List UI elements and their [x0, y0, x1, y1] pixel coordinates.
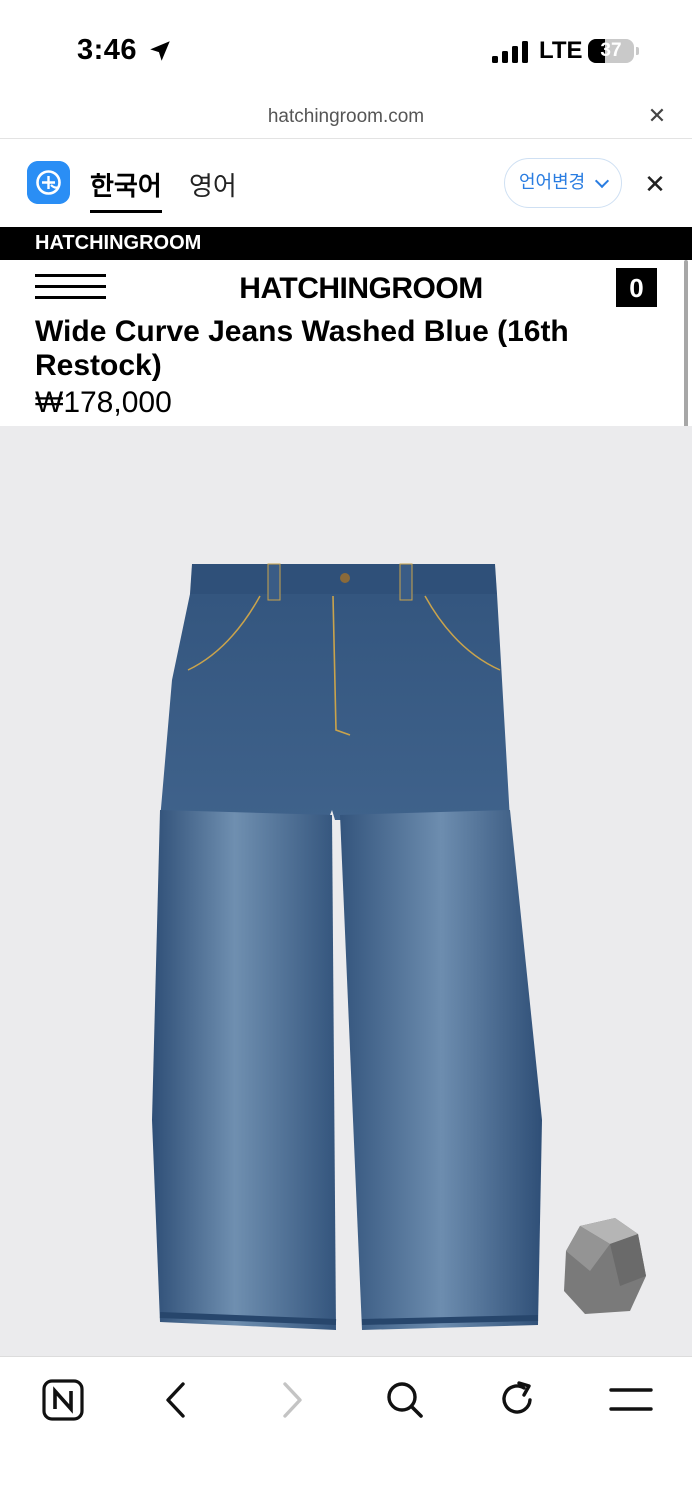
change-language-button[interactable]: 언어변경: [504, 158, 622, 208]
tab-source-language[interactable]: 한국어: [90, 166, 162, 203]
chevron-down-icon: [594, 173, 610, 189]
browser-toolbar: [0, 1356, 692, 1500]
url-bar[interactable]: hatchingroom.com ✕: [0, 95, 692, 139]
forward-icon[interactable]: [266, 1377, 316, 1423]
back-icon[interactable]: [152, 1377, 202, 1423]
url-text[interactable]: hatchingroom.com: [0, 106, 692, 128]
tab-target-language[interactable]: 영어: [189, 166, 237, 203]
site-strip-label: HATCHINGROOM: [35, 232, 202, 254]
product-image[interactable]: [0, 426, 692, 1356]
network-type: LTE: [539, 37, 583, 64]
close-translate-icon[interactable]: ✕: [642, 171, 668, 197]
cart-count-button[interactable]: 0: [616, 268, 657, 307]
site-top-strip: HATCHINGROOM: [0, 227, 692, 260]
translate-app-icon[interactable]: [27, 161, 70, 204]
jeans-image: [152, 563, 542, 1330]
change-language-label: 언어변경: [519, 172, 586, 192]
battery-icon: 37: [588, 39, 634, 63]
translate-bar: 한국어 영어 언어변경 ✕: [0, 140, 692, 227]
product-title: Wide Curve Jeans Washed Blue (16th Resto…: [35, 315, 569, 382]
site-logo[interactable]: HATCHINGROOM: [0, 272, 692, 306]
status-time: 3:46: [77, 34, 138, 66]
location-arrow-icon: [150, 41, 170, 61]
battery-cap: [636, 47, 639, 55]
menu-icon[interactable]: [606, 1377, 656, 1423]
active-tab-underline: [90, 210, 162, 213]
search-icon[interactable]: [380, 1377, 430, 1423]
product-price: ₩178,000: [35, 386, 172, 419]
rock-prop-image: [564, 1218, 646, 1314]
signal-icon: [492, 41, 528, 63]
close-icon[interactable]: ✕: [645, 104, 669, 128]
battery-level: 37: [600, 40, 622, 61]
reload-icon[interactable]: [493, 1377, 543, 1423]
status-bar: 3:46 LTE 37: [0, 0, 692, 95]
naver-icon[interactable]: [38, 1377, 88, 1423]
site-header: HATCHINGROOM 0: [0, 260, 692, 320]
